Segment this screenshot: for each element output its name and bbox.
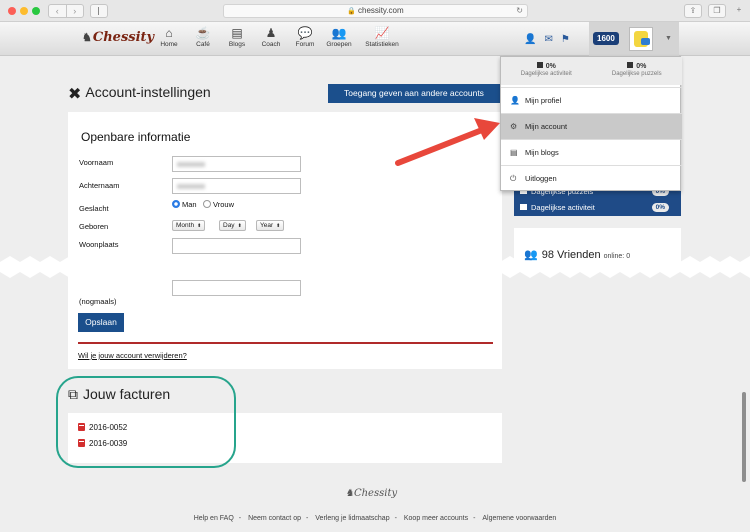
tabs-icon[interactable]: ❐: [708, 4, 726, 18]
section-title: Openbare informatie: [81, 130, 191, 144]
url-text: chessity.com: [358, 6, 404, 15]
gender-vrouw-option[interactable]: Vrouw: [203, 200, 234, 209]
menu-item-account[interactable]: ⚙ Mijn account: [501, 113, 682, 139]
menu-item-logout[interactable]: ⏻ Uitloggen: [501, 165, 682, 191]
blogs-icon: ▤: [231, 26, 243, 40]
avatar: [629, 27, 653, 51]
repeat-label: (nogmaals): [79, 297, 117, 306]
home-icon: ⌂: [165, 26, 173, 40]
close-window-button[interactable]: [8, 7, 16, 15]
stat-daily-activity[interactable]: 0% Dagelijkse activiteit: [501, 57, 592, 85]
divider: [78, 342, 493, 344]
password-repeat-input[interactable]: [172, 280, 301, 296]
chevron-down-icon: ▼: [665, 35, 672, 42]
nav-coach[interactable]: ♟ Coach: [254, 26, 288, 48]
footer-link-renew[interactable]: Verleng je lidmaatschap: [315, 515, 389, 522]
stats-icon: 📈: [374, 26, 390, 40]
address-bar[interactable]: 🔒 chessity.com ↻: [223, 4, 528, 18]
history-buttons: ‹ ›: [48, 4, 84, 18]
coffee-icon: ☕: [195, 26, 211, 40]
month-select[interactable]: Month ⬍: [172, 220, 206, 231]
achternaam-label: Achternaam: [79, 181, 120, 190]
voornaam-label: Voornaam: [79, 158, 114, 167]
geslacht-label: Geslacht: [79, 204, 109, 213]
friends-heading[interactable]: 👥 98 Vrienden online: 0: [524, 248, 630, 261]
footer-link-contact[interactable]: Neem contact op: [248, 515, 301, 522]
radio-checked-icon: [172, 200, 180, 208]
menu-item-profile[interactable]: 👤 Mijn profiel: [501, 87, 682, 113]
highlight-ring: [56, 376, 236, 468]
user-icon[interactable]: 👤: [524, 34, 536, 45]
geboren-label: Geboren: [79, 222, 109, 231]
delete-account-link[interactable]: Wil je jouw account verwijderen?: [78, 351, 187, 360]
user-icon: 👤: [510, 96, 520, 105]
minimize-window-button[interactable]: [20, 7, 28, 15]
voornaam-input[interactable]: [172, 156, 301, 172]
account-menu-trigger[interactable]: 1600 ▼: [589, 22, 679, 56]
forward-icon[interactable]: ›: [67, 5, 84, 17]
footer-link-help[interactable]: Help en FAQ: [194, 515, 234, 522]
page-title: ✖ Account-instellingen: [68, 84, 211, 103]
bar-chart-icon: [627, 62, 634, 68]
achternaam-input[interactable]: [172, 178, 301, 194]
flag-icon[interactable]: ⚑: [561, 34, 570, 45]
nav-statistieken[interactable]: 📈 Statistieken: [356, 26, 408, 48]
save-button[interactable]: Opslaan: [78, 313, 124, 332]
radio-unchecked-icon: [203, 200, 211, 208]
reload-icon[interactable]: ↻: [516, 5, 523, 17]
groups-icon: 👥: [331, 26, 347, 40]
header-icons: 👤 ✉ ⚑: [524, 34, 570, 45]
footer-link-buy-accounts[interactable]: Koop meer accounts: [404, 515, 468, 522]
new-tab-icon[interactable]: +: [732, 4, 746, 18]
activity-icon: [520, 204, 527, 210]
chess-piece-icon: ♞: [82, 31, 92, 44]
site-logo[interactable]: ♞Chessity: [82, 30, 154, 45]
friends-icon: 👥: [524, 249, 538, 261]
browser-toolbar: ‹ › 🔒 chessity.com ↻ ⇪ ❐ +: [0, 0, 750, 22]
back-icon[interactable]: ‹: [49, 5, 67, 17]
footer-logo[interactable]: ♞Chessity: [345, 488, 397, 499]
zoom-window-button[interactable]: [32, 7, 40, 15]
footer-links: Help en FAQ - Neem contact op - Verleng je…: [193, 515, 557, 522]
share-icon[interactable]: ⇪: [684, 4, 702, 18]
footer-link-terms[interactable]: Algemene voorwaarden: [482, 515, 556, 522]
woonplaats-label: Woonplaats: [79, 240, 119, 249]
stat-daily-puzzles[interactable]: 0% Dagelijkse puzzels: [592, 57, 683, 85]
sidebar-toggle-icon[interactable]: [90, 4, 108, 18]
tools-icon: ✖: [68, 86, 82, 103]
blogs-icon: ▤: [510, 148, 518, 157]
coach-icon: ♟: [265, 26, 277, 40]
forum-icon: 💬: [297, 26, 313, 40]
menu-item-blogs[interactable]: ▤ Mijn blogs: [501, 139, 682, 165]
grant-access-button[interactable]: Toegang geven aan andere accounts: [328, 84, 500, 103]
lock-icon: 🔒: [347, 8, 357, 15]
nav-cafe[interactable]: ☕ Café: [186, 26, 220, 48]
main-nav: ⌂ Home ☕ Café ▤ Blogs ♟ Coach 💬 Forum 👥 Groepe…: [152, 26, 408, 48]
friends-panel: 👥 98 Vrienden online: 0: [514, 228, 681, 268]
gear-icon: ⚙: [510, 122, 518, 131]
account-dropdown: 0% Dagelijkse activiteit 0% Dagelijkse p…: [500, 56, 682, 191]
nav-forum[interactable]: 💬 Forum: [288, 26, 322, 48]
dropdown-stats: 0% Dagelijkse activiteit 0% Dagelijkse p…: [501, 57, 682, 85]
nav-groepen[interactable]: 👥 Groepen: [322, 26, 356, 48]
year-select[interactable]: Year ⬍: [256, 220, 285, 231]
day-select[interactable]: Day ⬍: [219, 220, 246, 231]
gender-man-option[interactable]: Man: [172, 200, 197, 209]
nav-home[interactable]: ⌂ Home: [152, 26, 186, 48]
rating-badge: 1600: [593, 32, 619, 45]
chess-piece-icon: ♞: [345, 488, 354, 499]
mail-icon[interactable]: ✉: [544, 34, 552, 45]
daily-activity-row[interactable]: Dagelijkse activiteit 0%: [520, 203, 675, 212]
scrollbar[interactable]: [742, 392, 746, 482]
power-icon: ⏻: [510, 174, 517, 183]
bar-chart-icon: [536, 62, 543, 68]
nav-blogs[interactable]: ▤ Blogs: [220, 26, 254, 48]
